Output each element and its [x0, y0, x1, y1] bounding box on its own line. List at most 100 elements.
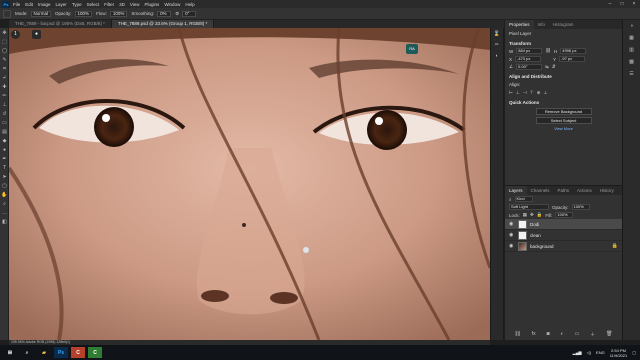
flow-input[interactable]: 100% [109, 10, 128, 17]
lock-all-icon[interactable]: 🔒 [537, 212, 543, 218]
kind-filter-select[interactable]: Kind [514, 196, 533, 202]
menu-window[interactable]: Window [164, 2, 180, 7]
zoom-badge-icon[interactable]: 1 [11, 30, 20, 39]
marquee-tool-icon[interactable]: ⬚ [0, 37, 9, 46]
smoothing-input[interactable]: 0% [157, 10, 172, 17]
menu-select[interactable]: Select [87, 2, 100, 7]
tab-layers[interactable]: Layers [505, 186, 527, 195]
link-icon[interactable]: ⛓ [545, 48, 551, 54]
link-layers-icon[interactable]: ⛓ [514, 331, 520, 338]
shape-tool-icon[interactable]: ▢ [0, 181, 9, 190]
color-swatches-icon[interactable]: ◧ [0, 217, 9, 226]
remove-background-button[interactable]: Remove Background [535, 108, 592, 115]
tab-channels[interactable]: Channels [527, 186, 554, 195]
angle-field[interactable]: 0.00° [516, 64, 543, 70]
layer-row-clean[interactable]: ◉ clean [505, 230, 622, 241]
menu-edit[interactable]: Edit [25, 2, 33, 7]
app-taskbar-icon[interactable]: C [71, 347, 85, 358]
layer-row-background[interactable]: ◉ background 🔒 [505, 241, 622, 252]
quick-select-tool-icon[interactable]: ✎ [0, 55, 9, 64]
layer-name[interactable]: clean [530, 233, 541, 238]
tab-properties[interactable]: Properties [505, 20, 534, 29]
lock-position-icon[interactable]: ✥ [530, 212, 534, 218]
layer-opacity-input[interactable]: 100% [571, 204, 590, 210]
adjustments-icon[interactable]: ◐ [491, 50, 503, 61]
new-layer-icon[interactable]: ＋ [590, 331, 595, 338]
clock[interactable]: 2:54 PM 11/9/2021 [610, 348, 628, 358]
path-select-icon[interactable]: ➤ [0, 172, 9, 181]
tab-history[interactable]: History [596, 186, 618, 195]
file-explorer-icon[interactable]: ▰ [37, 347, 51, 358]
type-tool-icon[interactable]: T [0, 163, 9, 172]
visibility-eye-icon[interactable]: ◉ [509, 243, 515, 249]
tab-info[interactable]: Info [534, 20, 550, 29]
quick-actions-heading[interactable]: Quick Actions [505, 97, 622, 106]
tab-histogram[interactable]: Histogram [549, 20, 578, 29]
opacity-input[interactable]: 100% [74, 10, 93, 17]
blur-tool-icon[interactable]: ◆ [0, 136, 9, 145]
visibility-eye-icon[interactable]: ◉ [509, 221, 515, 227]
align-right-icon[interactable]: ⊣ [523, 90, 527, 96]
layer-name[interactable]: Dodi [530, 222, 539, 227]
tool-preset-icon[interactable] [3, 9, 11, 18]
tab-paths[interactable]: Paths [554, 186, 574, 195]
crop-tool-icon[interactable]: ⌗ [0, 64, 9, 73]
menu-3d[interactable]: 3D [119, 2, 125, 7]
blend-mode-select[interactable]: Soft Light [509, 204, 549, 210]
menu-plugins[interactable]: Plugins [145, 2, 160, 7]
align-heading[interactable]: Align and Distribute [505, 71, 622, 80]
flip-horizontal-icon[interactable]: ⇋ [545, 64, 549, 70]
healing-tool-icon[interactable]: ✚ [0, 82, 9, 91]
menu-view[interactable]: View [130, 2, 140, 7]
document-canvas[interactable]: 1 ● RA [9, 28, 490, 340]
align-middle-icon[interactable]: ⊕ [537, 90, 541, 96]
hand-tool-icon[interactable]: ✋ [0, 190, 9, 199]
notification-icon[interactable]: ▢ [632, 350, 636, 355]
windows-start-icon[interactable]: ⊞ [3, 347, 17, 358]
select-subject-button[interactable]: Select Subject [535, 117, 592, 124]
fx-icon[interactable]: fx [532, 331, 536, 338]
move-tool-icon[interactable]: ✥ [0, 28, 9, 37]
brush-badge-icon[interactable]: ● [32, 30, 41, 39]
lock-pixels-icon[interactable]: ▦ [523, 212, 527, 218]
flip-vertical-icon[interactable]: ⇵ [552, 64, 556, 70]
align-center-icon[interactable]: ⊥ [516, 90, 520, 96]
trash-icon[interactable]: 🗑 [606, 331, 612, 338]
libraries-panel-icon[interactable]: ☰ [623, 68, 640, 80]
menu-file[interactable]: File [13, 2, 20, 7]
menu-layer[interactable]: Layer [56, 2, 67, 7]
width-field[interactable]: 884 px [516, 48, 543, 54]
tab-document-1[interactable]: THE_7889 - liacpsd @ 195% (DxB, RGB/8) * [9, 20, 112, 28]
lasso-tool-icon[interactable]: ◯ [0, 46, 9, 55]
menu-filter[interactable]: Filter [104, 2, 114, 7]
pen-tool-icon[interactable]: ✒ [0, 154, 9, 163]
minimize-icon[interactable]: – [604, 0, 616, 8]
app2-taskbar-icon[interactable]: C [88, 347, 102, 358]
visibility-eye-icon[interactable]: ◉ [509, 232, 515, 238]
gradients-panel-icon[interactable]: ▥ [623, 44, 640, 56]
brush-tool-icon[interactable]: ✏ [0, 91, 9, 100]
angle-input[interactable]: 0° [182, 10, 197, 17]
volume-icon[interactable]: ◁) [587, 350, 591, 355]
fill-input[interactable]: 100% [555, 212, 574, 218]
photoshop-taskbar-icon[interactable]: Ps [54, 347, 68, 358]
layer-row-dodi[interactable]: ◉ Dodi [505, 219, 622, 230]
x-field[interactable]: -473 px [515, 56, 542, 62]
color-panel-icon[interactable]: ◑ [623, 20, 640, 32]
mask-icon[interactable]: ◙ [547, 331, 550, 338]
history-brush-icon[interactable]: ↺ [0, 109, 9, 118]
dodge-tool-icon[interactable]: ● [0, 145, 9, 154]
adjustment-layer-icon[interactable]: ◐ [561, 331, 564, 338]
patterns-panel-icon[interactable]: ▩ [623, 56, 640, 68]
language-indicator[interactable]: ENG [596, 350, 605, 355]
align-left-icon[interactable]: ⊢ [509, 90, 513, 96]
tab-actions[interactable]: Actions [573, 186, 596, 195]
eyedropper-tool-icon[interactable]: ⌿ [0, 73, 9, 82]
tab-document-2[interactable]: THE_7889.psd @ 33.6% (Group 1, RGB/8) * [111, 20, 215, 28]
mode-select[interactable]: Normal [30, 10, 52, 17]
view-more-link[interactable]: View More [505, 126, 622, 131]
brush-settings-icon[interactable]: ✏ [491, 39, 503, 50]
menu-image[interactable]: Image [38, 2, 51, 7]
layer-name[interactable]: background [530, 244, 554, 249]
menu-type[interactable]: Type [72, 2, 82, 7]
